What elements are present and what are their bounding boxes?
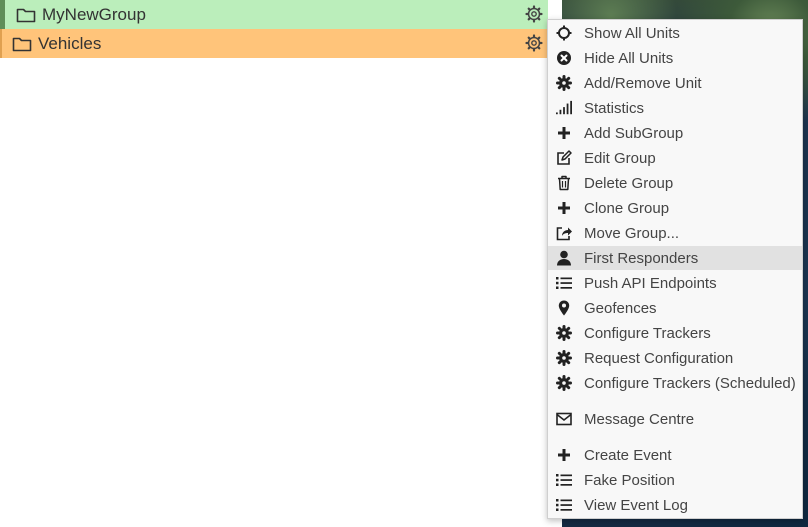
group-row-mynewgroup[interactable]: MyNewGroup — [0, 0, 548, 29]
group-label: Vehicles — [38, 33, 102, 53]
trash-icon — [556, 175, 572, 191]
map-marker-icon — [556, 300, 572, 316]
user-icon — [556, 250, 572, 266]
menu-item-label: Create Event — [584, 446, 672, 464]
gear-icon — [556, 375, 572, 391]
menu-item-label: Configure Trackers (Scheduled) — [584, 374, 796, 392]
menu-item-label: Edit Group — [584, 149, 656, 167]
menu-item-move-group[interactable]: Move Group... — [548, 221, 802, 245]
menu-item-label: Add SubGroup — [584, 124, 684, 142]
menu-item-label: Statistics — [584, 99, 645, 117]
list-icon — [556, 275, 572, 291]
menu-item-edit-group[interactable]: Edit Group — [548, 146, 802, 170]
menu-item-create-event[interactable]: Create Event — [548, 443, 802, 467]
folder-icon — [12, 36, 32, 52]
menu-item-label: First Responders — [584, 249, 699, 267]
menu-item-label: Hide All Units — [584, 49, 674, 67]
menu-item-request-configuration[interactable]: Request Configuration — [548, 346, 802, 370]
menu-item-delete-group[interactable]: Delete Group — [548, 171, 802, 195]
gear-icon[interactable] — [525, 5, 543, 23]
signal-bars-icon — [556, 100, 572, 116]
gear-icon — [556, 75, 572, 91]
plus-icon — [556, 447, 572, 463]
menu-item-label: Add/Remove Unit — [584, 74, 702, 92]
share-icon — [556, 225, 572, 241]
menu-item-label: Geofences — [584, 299, 657, 317]
plus-icon — [556, 200, 572, 216]
list-icon — [556, 497, 572, 513]
menu-item-show-all-units[interactable]: Show All Units — [548, 21, 802, 45]
menu-item-label: Request Configuration — [584, 349, 734, 367]
menu-item-fake-position[interactable]: Fake Position — [548, 468, 802, 492]
gear-icon[interactable] — [525, 34, 543, 52]
circle-x-icon — [556, 50, 572, 66]
menu-item-label: Message Centre — [584, 410, 695, 428]
gear-icon — [556, 325, 572, 341]
menu-item-hide-all-units[interactable]: Hide All Units — [548, 46, 802, 70]
menu-item-clone-group[interactable]: Clone Group — [548, 196, 802, 220]
menu-item-view-event-log[interactable]: View Event Log — [548, 493, 802, 517]
menu-item-label: Move Group... — [584, 224, 680, 242]
list-icon — [556, 472, 572, 488]
group-context-menu: Show All Units Hide All Units Add/Remove… — [547, 19, 803, 519]
menu-item-label: Push API Endpoints — [584, 274, 717, 292]
folder-icon — [16, 7, 36, 23]
menu-item-label: Show All Units — [584, 24, 680, 42]
menu-item-label: View Event Log — [584, 496, 688, 514]
menu-item-configure-trackers-scheduled[interactable]: Configure Trackers (Scheduled) — [548, 371, 802, 395]
menu-item-label: Delete Group — [584, 174, 674, 192]
gear-icon — [556, 350, 572, 366]
plus-icon — [556, 125, 572, 141]
menu-item-add-remove-unit[interactable]: Add/Remove Unit — [548, 71, 802, 95]
menu-item-label: Fake Position — [584, 471, 675, 489]
menu-item-label: Clone Group — [584, 199, 670, 217]
menu-item-add-subgroup[interactable]: Add SubGroup — [548, 121, 802, 145]
group-row-vehicles[interactable]: Vehicles — [0, 29, 548, 58]
menu-item-statistics[interactable]: Statistics — [548, 96, 802, 120]
group-label: MyNewGroup — [42, 4, 146, 24]
menu-item-first-responders[interactable]: First Responders — [548, 246, 802, 270]
menu-item-message-centre[interactable]: Message Centre — [548, 407, 802, 431]
menu-item-push-api-endpoints[interactable]: Push API Endpoints — [548, 271, 802, 295]
envelope-icon — [556, 411, 572, 427]
crosshair-icon — [556, 25, 572, 41]
menu-item-label: Configure Trackers — [584, 324, 711, 342]
menu-item-configure-trackers[interactable]: Configure Trackers — [548, 321, 802, 345]
edit-icon — [556, 150, 572, 166]
menu-item-geofences[interactable]: Geofences — [548, 296, 802, 320]
